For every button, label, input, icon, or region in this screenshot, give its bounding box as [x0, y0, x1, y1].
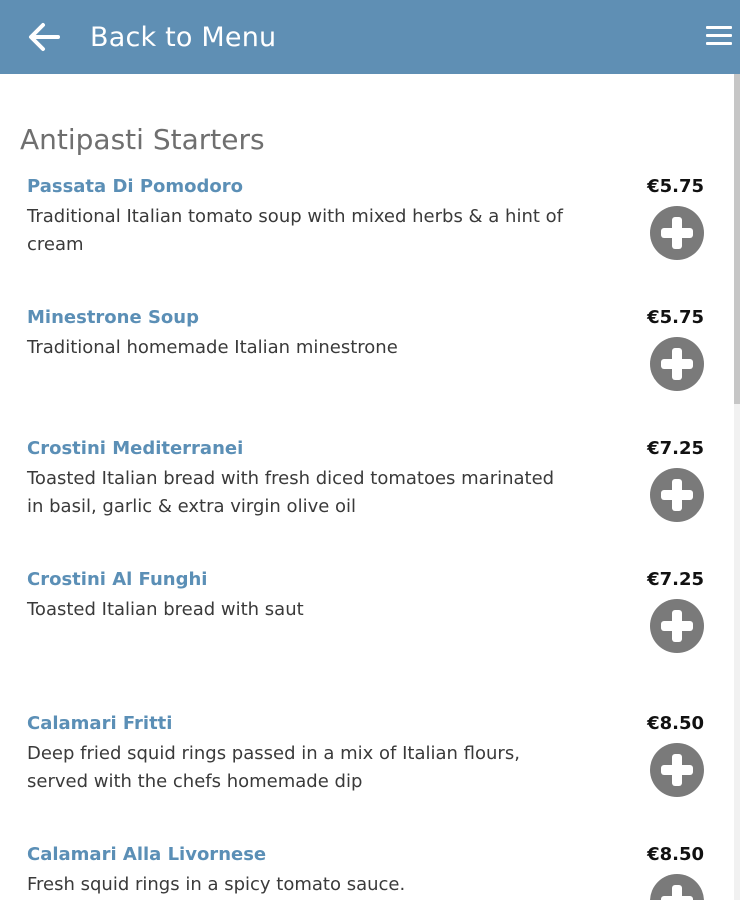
item-description: Toasted Italian bread with fresh diced t…: [27, 468, 555, 517]
item-price: €5.75: [647, 307, 704, 328]
item-price: €8.50: [647, 844, 704, 865]
add-item-plus-icon[interactable]: [650, 599, 704, 653]
arrow-left-icon: [29, 23, 60, 51]
top-header-bar: Back to Menu: [0, 0, 740, 74]
add-item-plus-icon[interactable]: [650, 468, 704, 522]
menu-app: Back to Menu Antipasti Starters Passata …: [0, 0, 740, 900]
item-name: Calamari Alla Livornese: [27, 844, 267, 865]
item-price: €7.25: [647, 438, 704, 459]
back-to-menu-label: Back to Menu: [90, 21, 277, 53]
item-description: Fresh squid rings in a spicy tomato sauc…: [27, 874, 406, 895]
add-item-plus-icon[interactable]: [650, 337, 704, 391]
add-item-plus-icon[interactable]: [650, 743, 704, 797]
item-description: Toasted Italian bread with saut: [27, 599, 304, 620]
item-description: Traditional homemade Italian minestrone: [27, 337, 398, 358]
item-name: Passata Di Pomodoro: [27, 176, 243, 197]
scrollbar-thumb[interactable]: [734, 74, 740, 404]
item-price: €7.25: [647, 569, 704, 590]
item-name: Crostini Al Funghi: [27, 569, 208, 590]
hamburger-menu-icon[interactable]: [706, 26, 732, 46]
item-description: Traditional Italian tomato soup with mix…: [27, 206, 564, 255]
add-item-plus-icon[interactable]: [650, 874, 704, 900]
item-name: Calamari Fritti: [27, 713, 173, 734]
item-name: Crostini Mediterranei: [27, 438, 244, 459]
item-price: €8.50: [647, 713, 704, 734]
back-to-menu-button[interactable]: Back to Menu: [0, 0, 276, 74]
item-name: Minestrone Soup: [27, 307, 199, 328]
add-item-plus-icon[interactable]: [650, 206, 704, 260]
item-price: €5.75: [647, 176, 704, 197]
section-title: Antipasti Starters: [20, 123, 265, 156]
item-description: Deep fried squid rings passed in a mix o…: [27, 743, 520, 792]
menu-content: Antipasti Starters Passata Di Pomodoro €…: [0, 74, 734, 900]
